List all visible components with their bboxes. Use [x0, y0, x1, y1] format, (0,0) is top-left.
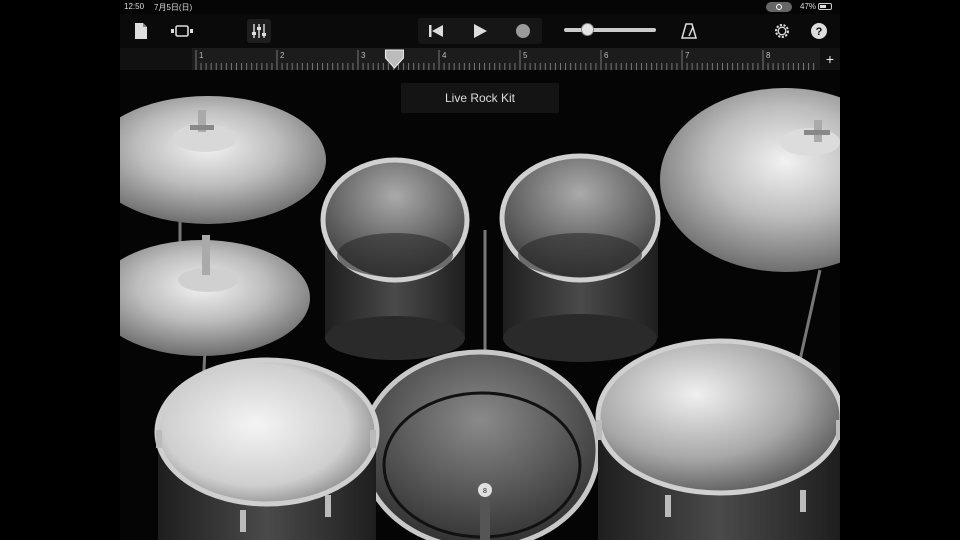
control-bar: ?	[120, 14, 840, 48]
ruler-ticks: 1 2 3 4 5 6 7 8	[195, 49, 815, 70]
record-icon	[516, 24, 530, 38]
ruler-bar-number: 1	[199, 51, 204, 60]
ruler-bar-number: 5	[523, 51, 528, 60]
volume-slider-knob[interactable]	[581, 23, 594, 36]
help-icon: ?	[811, 23, 827, 39]
timeline-ruler[interactable]: 1 2 3 4 5 6 7 8 +	[120, 48, 840, 70]
garageband-screen: 12:50 7月5日(日) 47% ? 1 2 3 4 5 6 7 8 + 8 …	[120, 0, 840, 540]
rewind-button[interactable]	[424, 19, 448, 43]
crash-cymbal-right[interactable]	[660, 88, 840, 272]
hi-hat-cymbal[interactable]	[120, 235, 310, 356]
ruler-bar-number: 8	[766, 51, 771, 60]
settings-button[interactable]	[770, 19, 794, 43]
rack-tom-left[interactable]	[320, 157, 470, 360]
metronome-icon	[681, 23, 697, 39]
transport-controls	[418, 18, 542, 44]
crash-cymbal-left[interactable]	[120, 96, 326, 224]
snare-drum[interactable]	[154, 357, 380, 540]
gear-icon	[775, 24, 789, 38]
battery-icon	[818, 3, 832, 10]
add-section-button[interactable]: +	[822, 50, 838, 68]
status-date: 7月5日(日)	[154, 3, 193, 12]
battery-percent: 47%	[800, 2, 817, 11]
mixer-button[interactable]	[247, 19, 271, 43]
screen-recording-icon	[766, 2, 792, 12]
ruler-bar-number: 7	[685, 51, 690, 60]
mixer-sliders-icon	[252, 24, 266, 38]
master-volume-slider[interactable]	[564, 23, 656, 36]
kick-pedal-number: 8	[483, 488, 487, 495]
kick-drum[interactable]: 8	[359, 349, 601, 540]
rack-tom-right[interactable]	[499, 153, 661, 362]
view-toggle-icon	[171, 25, 193, 37]
view-toggle-button[interactable]	[170, 19, 194, 43]
play-icon	[474, 24, 487, 38]
status-time: 12:50	[124, 2, 145, 11]
instrument-name-label[interactable]: Live Rock Kit	[401, 83, 559, 113]
play-button[interactable]	[468, 19, 492, 43]
help-glyph: ?	[816, 26, 823, 38]
ruler-bar-number: 2	[280, 51, 285, 60]
ruler-bar-number: 4	[442, 51, 447, 60]
drum-kit: 8	[120, 70, 840, 540]
ruler-bar-number: 6	[604, 51, 609, 60]
document-icon	[135, 23, 147, 39]
ruler-bar-number: 3	[361, 51, 366, 60]
record-button[interactable]	[511, 19, 535, 43]
floor-tom[interactable]	[595, 338, 840, 540]
status-bar: 12:50 7月5日(日) 47%	[120, 0, 840, 14]
help-button[interactable]: ?	[807, 19, 831, 43]
ruler-track[interactable]: 1 2 3 4 5 6 7 8	[192, 48, 820, 70]
metronome-button[interactable]	[677, 19, 701, 43]
my-songs-button[interactable]	[129, 19, 153, 43]
rewind-to-start-icon	[429, 25, 443, 37]
